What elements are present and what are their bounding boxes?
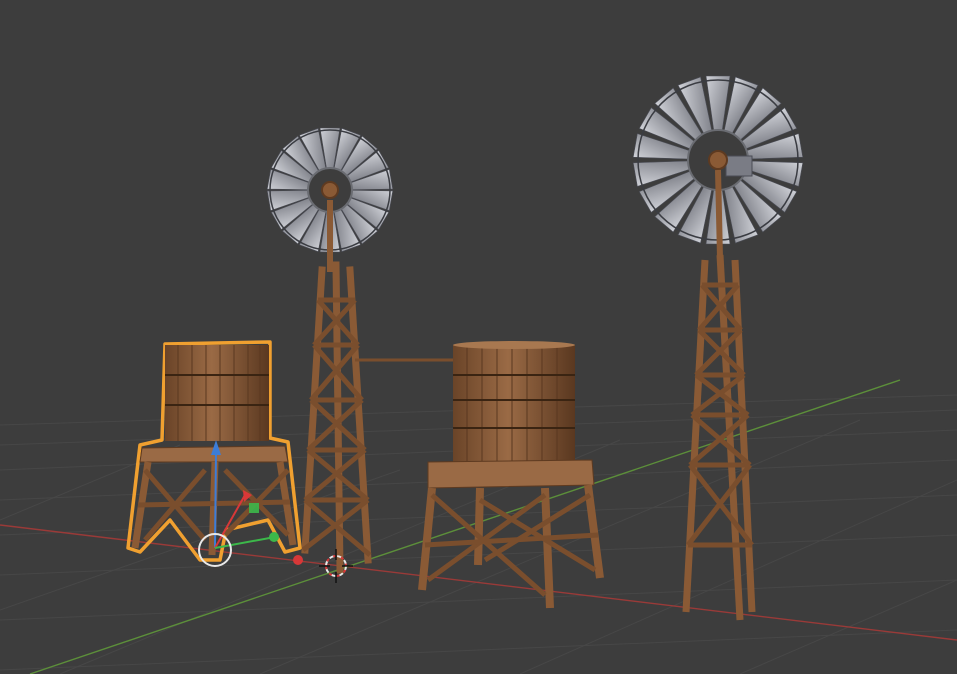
- 3d-viewport[interactable]: [0, 0, 957, 674]
- water-tower-large[interactable]: [418, 341, 604, 609]
- plane-handle-icon[interactable]: [249, 503, 259, 513]
- y-axis-origin-marker-icon: [270, 534, 276, 540]
- windmill-right[interactable]: [632, 75, 804, 621]
- viewport-canvas[interactable]: [0, 0, 957, 674]
- x-axis-origin-marker-icon: [293, 555, 303, 565]
